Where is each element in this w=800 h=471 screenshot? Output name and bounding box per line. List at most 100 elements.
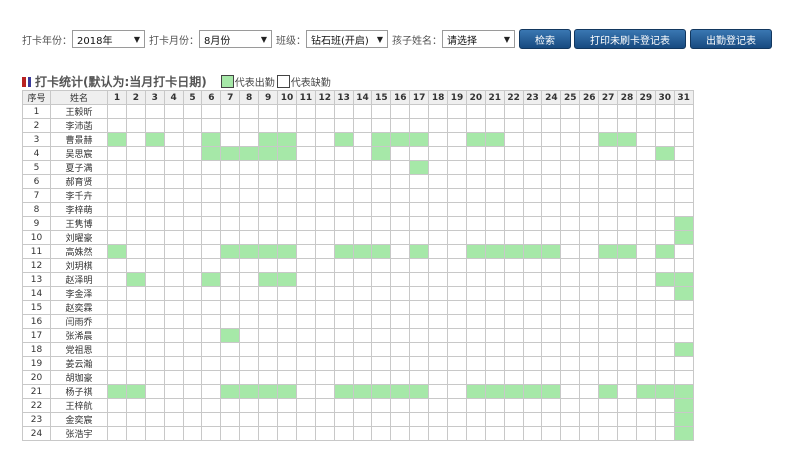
attendance-cell-absent <box>314 300 335 315</box>
attendance-cell-absent <box>673 146 694 161</box>
attendance-cell-absent <box>220 412 241 427</box>
attendance-register-button[interactable]: 出勤登记表 <box>690 29 772 49</box>
row-index: 19 <box>22 356 51 371</box>
attendance-cell-absent <box>371 286 392 301</box>
chevron-down-icon: ▼ <box>133 35 140 44</box>
attendance-cell-absent <box>125 342 146 357</box>
attendance-cell-absent <box>277 398 297 413</box>
attendance-cell-absent <box>239 132 260 147</box>
column-header-day: 12 <box>314 90 335 105</box>
attendance-cell-absent <box>428 132 449 147</box>
attendance-cell-absent <box>465 328 486 343</box>
attendance-cell-present <box>635 384 656 399</box>
attendance-cell-present <box>239 146 260 161</box>
attendance-cell-absent <box>541 300 562 315</box>
attendance-cell-absent <box>484 202 505 217</box>
attendance-cell-absent <box>428 356 449 371</box>
attendance-cell-absent <box>258 398 279 413</box>
column-header-day: 31 <box>673 90 694 105</box>
student-name: 胡珈豪 <box>50 370 108 385</box>
search-button[interactable]: 检索 <box>519 29 571 49</box>
year-label: 打卡年份： <box>22 35 72 47</box>
attendance-cell-absent <box>107 146 127 161</box>
attendance-cell-absent <box>503 412 524 427</box>
attendance-cell-present <box>673 342 694 357</box>
attendance-cell-absent <box>541 160 562 175</box>
attendance-cell-absent <box>144 174 165 189</box>
attendance-cell-absent <box>598 370 619 385</box>
attendance-cell-absent <box>409 216 430 231</box>
attendance-cell-absent <box>125 300 146 315</box>
attendance-cell-absent <box>673 244 694 259</box>
attendance-cell-absent <box>390 272 411 287</box>
table-row: 5 夏子满 <box>22 160 694 175</box>
attendance-cell-present <box>617 244 637 259</box>
attendance-cell-absent <box>182 216 203 231</box>
attendance-cell-absent <box>352 272 373 287</box>
attendance-cell-absent <box>220 118 241 133</box>
attendance-cell-absent <box>163 202 184 217</box>
year-select[interactable]: 2018年 ▼ <box>72 30 145 48</box>
attendance-cell-absent <box>277 104 297 119</box>
section-header: 打卡统计(默认为:当月打卡日期) 代表出勤 代表缺勤 <box>22 73 331 90</box>
row-index: 21 <box>22 384 51 399</box>
attendance-cell-absent <box>239 160 260 175</box>
attendance-cell-absent <box>390 188 411 203</box>
attendance-cell-absent <box>598 314 619 329</box>
attendance-cell-absent <box>352 300 373 315</box>
attendance-cell-absent <box>163 286 184 301</box>
attendance-cell-present <box>390 384 411 399</box>
attendance-cell-absent <box>617 272 637 287</box>
attendance-cell-absent <box>428 118 449 133</box>
attendance-cell-absent <box>673 188 694 203</box>
column-header-day: 25 <box>560 90 581 105</box>
attendance-cell-absent <box>333 356 354 371</box>
attendance-cell-present <box>654 146 675 161</box>
attendance-cell-absent <box>635 328 656 343</box>
student-name: 王毅昕 <box>50 104 108 119</box>
table-row: 3 曹景赫 <box>22 132 694 147</box>
row-index: 23 <box>22 412 51 427</box>
attendance-cell-absent <box>579 258 600 273</box>
attendance-cell-absent <box>409 426 430 441</box>
attendance-cell-absent <box>428 188 449 203</box>
month-select[interactable]: 8月份 ▼ <box>199 30 272 48</box>
attendance-cell-absent <box>673 356 694 371</box>
attendance-cell-absent <box>579 286 600 301</box>
attendance-cell-absent <box>107 426 127 441</box>
attendance-cell-absent <box>484 342 505 357</box>
attendance-cell-absent <box>239 174 260 189</box>
attendance-cell-absent <box>654 342 675 357</box>
attendance-cell-absent <box>182 384 203 399</box>
attendance-cell-absent <box>447 384 467 399</box>
column-header-day: 15 <box>371 90 392 105</box>
attendance-cell-absent <box>352 398 373 413</box>
attendance-cell-absent <box>522 160 543 175</box>
attendance-cell-absent <box>220 300 241 315</box>
attendance-cell-absent <box>182 328 203 343</box>
attendance-cell-absent <box>201 104 222 119</box>
attendance-cell-absent <box>447 342 467 357</box>
class-select[interactable]: 钻石班(开启) ▼ <box>306 30 388 48</box>
print-unpunched-button[interactable]: 打印未刷卡登记表 <box>574 29 686 49</box>
row-index: 6 <box>22 174 51 189</box>
attendance-cell-absent <box>314 118 335 133</box>
attendance-cell-absent <box>465 146 486 161</box>
attendance-cell-absent <box>220 132 241 147</box>
attendance-cell-absent <box>541 258 562 273</box>
attendance-cell-absent <box>163 356 184 371</box>
attendance-cell-absent <box>484 174 505 189</box>
attendance-cell-absent <box>617 216 637 231</box>
attendance-cell-absent <box>314 370 335 385</box>
attendance-cell-absent <box>314 356 335 371</box>
child-select[interactable]: 请选择 ▼ <box>442 30 515 48</box>
attendance-cell-absent <box>617 104 637 119</box>
attendance-cell-absent <box>277 300 297 315</box>
attendance-cell-absent <box>125 104 146 119</box>
attendance-cell-absent <box>277 286 297 301</box>
attendance-cell-absent <box>579 216 600 231</box>
row-index: 18 <box>22 342 51 357</box>
attendance-cell-absent <box>220 272 241 287</box>
chevron-down-icon: ▼ <box>376 35 383 44</box>
attendance-cell-absent <box>144 370 165 385</box>
